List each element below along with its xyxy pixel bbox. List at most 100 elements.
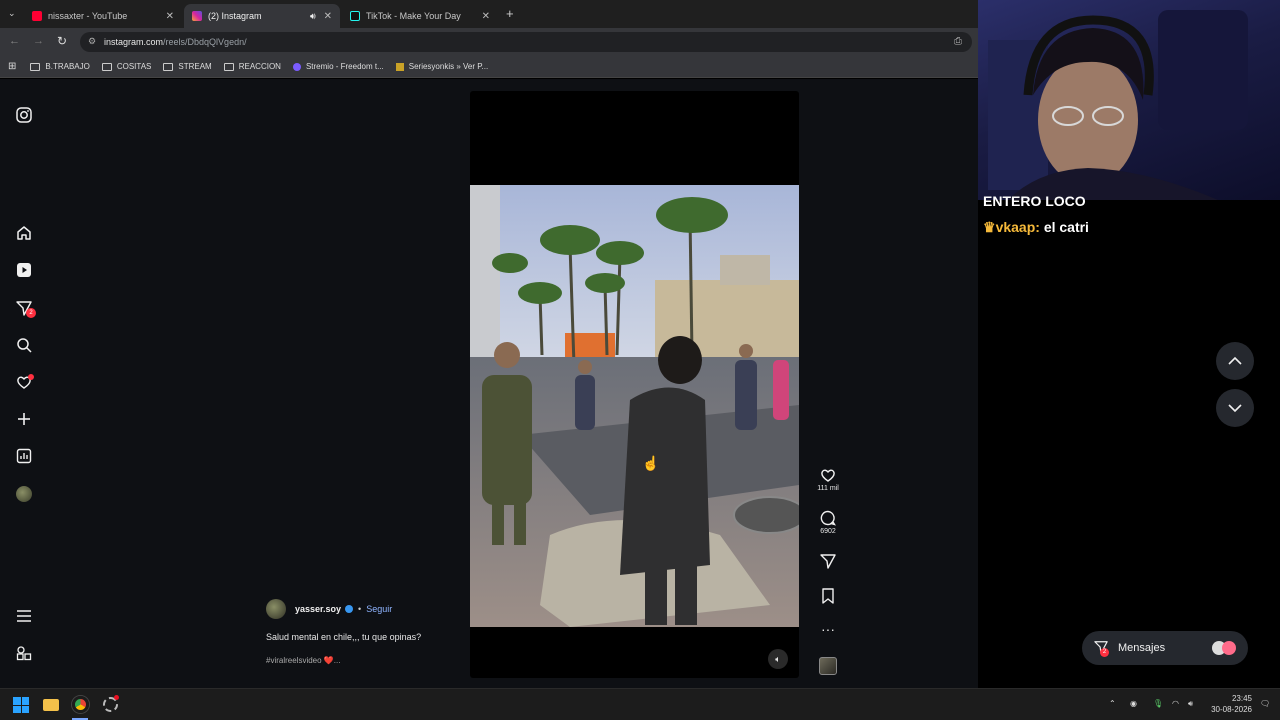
bookmark-folder[interactable]: STREAM <box>163 62 212 71</box>
comment-count: 6902 <box>820 528 836 535</box>
notifications-icon[interactable]: 🗨︎ <box>1260 699 1270 708</box>
reload-icon[interactable]: ↻ <box>57 34 67 48</box>
messages-pill-button[interactable]: 2 Mensajes <box>1082 631 1248 665</box>
tab-instagram[interactable]: (2) Instagram 🔊︎ ✕ <box>184 4 340 28</box>
audio-thumbnail[interactable] <box>819 657 837 675</box>
search-icon[interactable] <box>14 335 34 355</box>
tab-tiktok[interactable]: TikTok - Make Your Day ✕ <box>342 4 498 28</box>
mute-toggle-button[interactable]: 🔈︎ <box>768 649 788 669</box>
share-button[interactable] <box>814 553 842 571</box>
message-avatars <box>1212 641 1236 655</box>
folder-icon <box>223 62 234 71</box>
create-plus-icon[interactable] <box>14 409 34 429</box>
send-icon <box>820 554 836 569</box>
bookmarks-bar: ⊞ B.TRABAJO COSITAS STREAM REACCION Stre… <box>0 56 978 78</box>
reel-author-row: yasser.soy • Seguir <box>266 599 466 619</box>
reels-icon[interactable] <box>14 260 34 280</box>
file-explorer-icon[interactable] <box>43 699 59 711</box>
avatar <box>16 486 32 502</box>
bookmark-folder[interactable]: COSITAS <box>101 62 152 71</box>
bookmark-link[interactable]: Seriesyonkis » Ver P... <box>395 62 489 71</box>
bookmark-label: STREAM <box>178 62 212 71</box>
windows-start-icon[interactable] <box>13 697 29 713</box>
notifications-heart-icon[interactable] <box>14 372 34 392</box>
recording-dot <box>114 695 119 700</box>
profile-avatar[interactable] <box>14 484 34 504</box>
tray-chevron-up-icon[interactable]: ⌃ <box>1109 699 1116 708</box>
messages-badge: 2 <box>26 308 36 318</box>
tab-title: (2) Instagram <box>208 11 262 21</box>
volume-icon[interactable]: 🔊︎ <box>1188 699 1193 709</box>
previous-reel-button[interactable] <box>1216 342 1254 380</box>
address-row: ← → ↻ ⚙ instagram.com/reels/DbdqQlVgedn/… <box>0 28 978 56</box>
follow-button[interactable]: Seguir <box>366 604 392 614</box>
chrome-icon[interactable] <box>72 696 89 713</box>
reel-video-player[interactable]: ☝ 🔈︎ <box>470 91 799 678</box>
apps-grid-icon[interactable]: ⊞ <box>8 61 16 72</box>
bookmark-icon <box>822 588 834 604</box>
clock[interactable]: 23:45 30-08-2026 <box>1208 693 1252 715</box>
speaker-icon[interactable]: 🔊︎ <box>310 11 316 22</box>
speaker-icon: 🔈︎ <box>775 653 781 664</box>
url-path: /reels/DbdqQlVgedn/ <box>163 37 247 47</box>
more-options-icon[interactable]: ··· <box>814 622 842 636</box>
next-reel-button[interactable] <box>1216 389 1254 427</box>
comment-icon <box>820 510 837 526</box>
tab-search-chevron-icon[interactable]: ⌄ <box>8 8 16 19</box>
bookmark-label: REACCION <box>238 62 281 71</box>
messages-icon: 2 <box>1094 640 1109 657</box>
close-tab-icon[interactable]: ✕ <box>324 11 332 22</box>
windows-taskbar: ⌃ ◉ 🎙︎ ◠ 🔊︎ 23:45 30-08-2026 🗨︎ <box>0 688 1280 720</box>
like-count: 111 mil <box>817 485 839 492</box>
crown-icon: ♛ <box>983 219 996 235</box>
chat-message-partial: ENTERO LOCO <box>983 193 1086 209</box>
home-icon[interactable] <box>14 223 34 243</box>
discord-icon[interactable]: ◉ <box>1130 699 1137 708</box>
bookmark-label: COSITAS <box>116 62 152 71</box>
close-tab-icon[interactable]: ✕ <box>166 11 174 22</box>
more-menu-icon[interactable] <box>14 606 34 626</box>
separator-dot: • <box>358 604 362 614</box>
tab-youtube[interactable]: nissaxter - YouTube ✕ <box>24 4 182 28</box>
notification-dot <box>28 374 34 380</box>
microphone-icon[interactable]: 🎙︎ <box>1153 699 1163 708</box>
reel-video-frame <box>470 185 799 627</box>
instagram-favicon-icon <box>192 11 202 21</box>
back-icon[interactable]: ← <box>9 35 20 47</box>
url-host: instagram.com <box>104 37 164 47</box>
folder-icon <box>30 62 41 71</box>
close-tab-icon[interactable]: ✕ <box>482 11 490 22</box>
save-button[interactable] <box>814 588 842 606</box>
install-app-icon[interactable]: ⎙ <box>954 36 962 47</box>
bookmark-link[interactable]: Stremio - Freedom t... <box>292 62 384 71</box>
avatar <box>1222 641 1236 655</box>
chat-message: ♛vkaap: el catri <box>983 219 1089 236</box>
bookmark-folder[interactable]: REACCION <box>223 62 281 71</box>
clock-date: 30-08-2026 <box>1211 705 1252 714</box>
messages-icon[interactable]: 2 <box>14 298 36 318</box>
chat-username: vkaap: <box>995 219 1040 235</box>
verified-badge-icon <box>345 605 354 613</box>
instagram-logo-icon[interactable] <box>14 105 34 125</box>
reel-hashtags[interactable]: #viralreelsvideo ❤️... <box>266 656 340 665</box>
new-tab-button[interactable]: + <box>506 6 514 21</box>
bookmark-label: Seriesyonkis » Ver P... <box>408 62 489 71</box>
seriesyonkis-icon <box>395 62 404 71</box>
also-from-meta-icon[interactable] <box>14 643 34 663</box>
wifi-icon[interactable]: ◠ <box>1172 699 1179 708</box>
author-avatar[interactable] <box>266 599 286 619</box>
mouse-cursor-icon: ☝ <box>642 455 660 471</box>
like-button[interactable]: 111 mil <box>814 467 842 492</box>
bookmark-folder[interactable]: B.TRABAJO <box>30 62 90 71</box>
messages-label: Mensajes <box>1118 642 1166 654</box>
comment-button[interactable]: 6902 <box>814 510 842 535</box>
forward-icon[interactable]: → <box>33 35 44 47</box>
tab-title: nissaxter - YouTube <box>48 11 128 21</box>
bookmark-label: Stremio - Freedom t... <box>305 62 384 71</box>
site-info-icon[interactable]: ⚙ <box>88 36 96 47</box>
dashboard-icon[interactable] <box>14 446 34 466</box>
chevron-up-icon <box>1228 356 1242 365</box>
folder-icon <box>163 62 174 71</box>
author-username[interactable]: yasser.soy <box>295 604 341 614</box>
address-bar[interactable]: ⚙ instagram.com/reels/DbdqQlVgedn/ ⎙ <box>80 32 972 52</box>
